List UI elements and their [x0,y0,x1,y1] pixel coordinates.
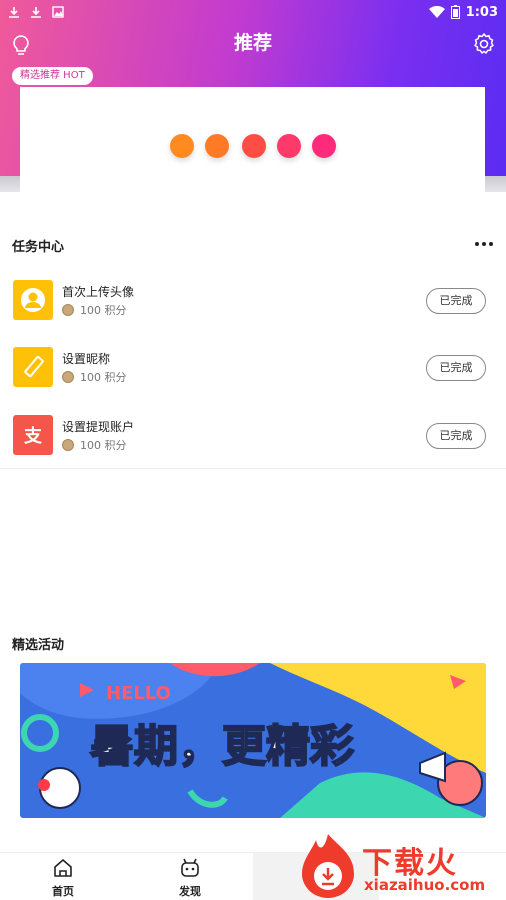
loading-dot [170,134,194,158]
activity-banner[interactable]: HELLO 暑期，更精彩 [20,663,486,818]
summer-banner-art: HELLO 暑期，更精彩 [20,663,486,818]
discover-icon [181,858,199,877]
gear-icon [474,33,494,54]
avatar-icon [13,280,53,320]
wifi-icon [428,6,445,18]
page-title: 推荐 [233,32,272,54]
coin-icon [62,304,74,316]
download-icon [31,7,41,18]
tab-home-label: 首页 [52,885,74,898]
activities-title: 精选活动 [12,638,65,653]
status-time: 1:03 [465,4,498,20]
points-label: 100 积分 [80,439,127,452]
task-item: 支 设置提现账户 100 积分 已完成 [0,415,506,475]
loading-dot [312,134,336,158]
download-icon [9,7,19,18]
task-item: 设置昵称 100 积分 已完成 [0,347,506,407]
image-icon [52,6,64,18]
loading-dot [205,134,229,158]
home-icon [54,859,72,877]
task-name: 设置昵称 [62,352,111,366]
points-label: 100 积分 [80,304,127,317]
task-done-button[interactable]: 已完成 [426,288,486,314]
status-system: 1:03 [428,4,498,20]
banner-hello: HELLO [106,683,171,704]
alipay-icon: 支 [13,415,53,455]
task-name: 设置提现账户 [62,420,135,434]
loading-dot [277,134,301,158]
tab-discover[interactable]: 发现 [127,853,253,900]
watermark-domain: xiazaihuo.com [364,876,486,894]
tab-discover-label: 发现 [179,885,201,898]
fire-logo-icon [302,834,354,898]
status-bar: 1:03 [0,0,506,24]
loading-dot [242,134,266,158]
coin-icon [62,371,74,383]
section-divider [0,468,506,469]
task-points: 100 积分 [62,369,127,385]
tab-home[interactable]: 首页 [0,853,126,900]
title-bar: 推荐 [0,26,506,56]
task-item: 首次上传头像 100 积分 已完成 [0,280,506,340]
svg-text:支: 支 [23,425,43,447]
featured-banner[interactable] [20,87,485,197]
status-notifications [8,6,64,18]
coin-icon [62,439,74,451]
pencil-icon [13,347,53,387]
banner-headline: 暑期，更精彩 [90,721,354,772]
watermark-logo: 下载火 xiazaihuo.com [298,832,504,900]
more-icon [475,242,493,246]
more-button[interactable] [474,236,494,250]
battery-icon [450,5,460,19]
task-done-button[interactable]: 已完成 [426,355,486,381]
hot-tag[interactable]: 精选推荐 HOT [12,67,93,85]
task-center-title: 任务中心 [12,240,65,255]
points-label: 100 积分 [80,371,127,384]
task-points: 100 积分 [62,302,127,318]
task-done-button[interactable]: 已完成 [426,423,486,449]
task-points: 100 积分 [62,437,127,453]
settings-button[interactable] [472,32,496,56]
task-name: 首次上传头像 [62,285,135,299]
